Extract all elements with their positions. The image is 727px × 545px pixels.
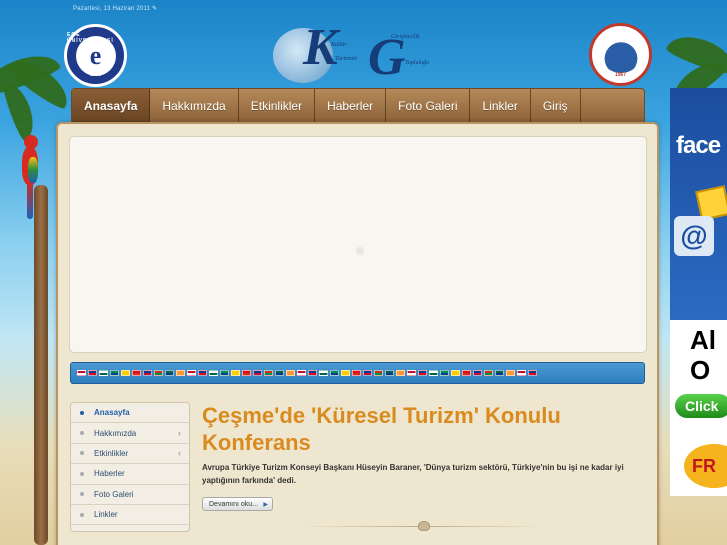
flag-da-icon[interactable] xyxy=(154,370,163,376)
read-more-button[interactable]: Devamını oku... ▶ xyxy=(202,497,274,511)
flag-lv-icon[interactable] xyxy=(385,370,394,376)
article-summary: Avrupa Türkiye Turizm Konseyi Başkanı Hü… xyxy=(202,463,624,485)
bullet-icon xyxy=(80,451,84,456)
logo-year: 1967 xyxy=(614,72,627,78)
flag-et-icon[interactable] xyxy=(473,370,482,376)
shell-icon xyxy=(418,521,430,531)
nav-item-giris[interactable]: Giriş xyxy=(531,89,581,122)
arrow-right-icon: ▶ xyxy=(263,501,269,508)
nav-item-etkinlikler[interactable]: Etkinlikler xyxy=(239,89,316,122)
side-menu-label: Anasayfa xyxy=(94,408,130,418)
parrot-decoration xyxy=(18,135,46,220)
side-menu-item-haberler[interactable]: Haberler xyxy=(71,464,189,485)
flag-el-icon[interactable] xyxy=(209,370,218,376)
flag-sv-icon[interactable] xyxy=(330,370,339,376)
flag-cs-icon[interactable] xyxy=(143,370,152,376)
flag-gl-icon[interactable] xyxy=(484,370,493,376)
logo-year: 1955 xyxy=(89,72,102,78)
flag-lt-icon[interactable] xyxy=(396,370,405,376)
side-menu-label: Etkinlikler xyxy=(94,448,129,458)
flag-ja-icon[interactable] xyxy=(242,370,251,376)
bullet-icon xyxy=(80,431,84,436)
flag-tr-icon[interactable] xyxy=(528,370,537,376)
side-menu: Anasayfa Hakkımızda ‹ Etkinlikler ‹ Habe… xyxy=(70,402,190,532)
flag-uk-icon[interactable] xyxy=(440,370,449,376)
at-sign-icon: @ xyxy=(674,216,714,256)
logo-ring-text: EGE ÜNİVERSİTESİ xyxy=(67,32,114,44)
flag-bg-icon[interactable] xyxy=(99,370,108,376)
side-menu-label: Hakkımızda xyxy=(94,428,137,438)
main-navigation: Anasayfa Hakkımızda Etkinlikler Haberler… xyxy=(71,88,645,122)
flag-fr-icon[interactable] xyxy=(187,370,196,376)
flag-iw-icon[interactable] xyxy=(363,370,372,376)
flag-ca-icon[interactable] xyxy=(341,370,350,376)
chevron-left-icon: ‹ xyxy=(178,428,181,439)
flag-hi-icon[interactable] xyxy=(220,370,229,376)
flag-de-icon[interactable] xyxy=(198,370,207,376)
ad-click-button[interactable]: Click xyxy=(675,394,727,418)
side-menu-item-etkinlikler[interactable]: Etkinlikler ‹ xyxy=(71,444,189,465)
side-menu-item-anasayfa[interactable]: Anasayfa xyxy=(71,403,189,424)
chevron-left-icon: ‹ xyxy=(178,448,181,459)
flag-mt-icon[interactable] xyxy=(506,370,515,376)
read-more-label: Devamını oku... xyxy=(209,500,259,508)
flag-en-icon[interactable] xyxy=(77,370,86,376)
language-flags-bar xyxy=(70,362,645,384)
flag-ro-icon[interactable] xyxy=(297,370,306,376)
bullet-icon xyxy=(80,512,84,517)
bullet-icon xyxy=(80,471,84,476)
flag-ko-icon[interactable] xyxy=(253,370,262,376)
flag-es-icon[interactable] xyxy=(319,370,328,376)
date-display: Pazartesi, 13 Haziran 2011 ✎ xyxy=(73,6,158,12)
ege-university-logo[interactable]: EGE ÜNİVERSİTESİ e 1955 xyxy=(64,24,127,87)
nav-item-haberler[interactable]: Haberler xyxy=(315,89,387,122)
logo-word: Topluluğu xyxy=(405,60,430,66)
side-menu-label: Linkler xyxy=(94,510,118,520)
side-menu-item-hakkimizda[interactable]: Hakkımızda ‹ xyxy=(71,423,189,444)
nav-item-linkler[interactable]: Linkler xyxy=(470,89,531,122)
flag-no-icon[interactable] xyxy=(264,370,273,376)
nav-item-foto-galeri[interactable]: Foto Galeri xyxy=(386,89,471,122)
logo-word: Girişimcilik xyxy=(391,34,420,40)
flag-ru-icon[interactable] xyxy=(308,370,317,376)
flag-pt-icon[interactable] xyxy=(286,370,295,376)
flag-th-icon[interactable] xyxy=(517,370,526,376)
flag-zh-icon[interactable] xyxy=(110,370,119,376)
flag-sl-icon[interactable] xyxy=(429,370,438,376)
club-logo[interactable]: K G Kültür Turizmde Girişimcilik Toplulu… xyxy=(273,19,443,88)
logo-word: Kültür xyxy=(331,42,347,48)
nav-item-hakkimizda[interactable]: Hakkımızda xyxy=(150,89,239,122)
flag-it-icon[interactable] xyxy=(231,370,240,376)
flag-fi-icon[interactable] xyxy=(176,370,185,376)
flag-id-icon[interactable] xyxy=(374,370,383,376)
flag-hu-icon[interactable] xyxy=(495,370,504,376)
flag-sr-icon[interactable] xyxy=(407,370,416,376)
ad-badge: FR xyxy=(684,444,727,488)
bullet-icon xyxy=(80,410,84,415)
flag-tl-icon[interactable] xyxy=(352,370,361,376)
flag-sq-icon[interactable] xyxy=(462,370,471,376)
advertisement-banner[interactable]: face @ Al O Click FR xyxy=(670,88,727,496)
side-menu-label: Foto Galeri xyxy=(94,489,134,499)
flag-nl-icon[interactable] xyxy=(165,370,174,376)
flag-pl-icon[interactable] xyxy=(275,370,284,376)
wave-icon xyxy=(600,36,641,73)
ad-headline: Al O xyxy=(690,325,716,385)
side-menu-item-linkler[interactable]: Linkler xyxy=(71,505,189,526)
flag-sk-icon[interactable] xyxy=(418,370,427,376)
slideshow-area[interactable] xyxy=(69,136,647,353)
ad-brand-text: face xyxy=(676,132,721,159)
flag-zh-tw-icon[interactable] xyxy=(121,370,130,376)
side-menu-label: Haberler xyxy=(94,469,125,479)
logo-word: Turizmde xyxy=(335,56,358,62)
side-menu-item-foto-galeri[interactable]: Foto Galeri xyxy=(71,485,189,505)
flag-hr-icon[interactable] xyxy=(132,370,141,376)
tourism-school-logo[interactable]: 1967 xyxy=(589,23,652,86)
bullet-icon xyxy=(80,492,84,497)
loading-icon xyxy=(356,247,364,255)
nav-item-anasayfa[interactable]: Anasayfa xyxy=(72,89,151,122)
flag-ar-icon[interactable] xyxy=(88,370,97,376)
article-title[interactable]: Çeşme'de 'Küresel Turizm' Konulu Konfera… xyxy=(202,402,562,456)
flag-vi-icon[interactable] xyxy=(451,370,460,376)
